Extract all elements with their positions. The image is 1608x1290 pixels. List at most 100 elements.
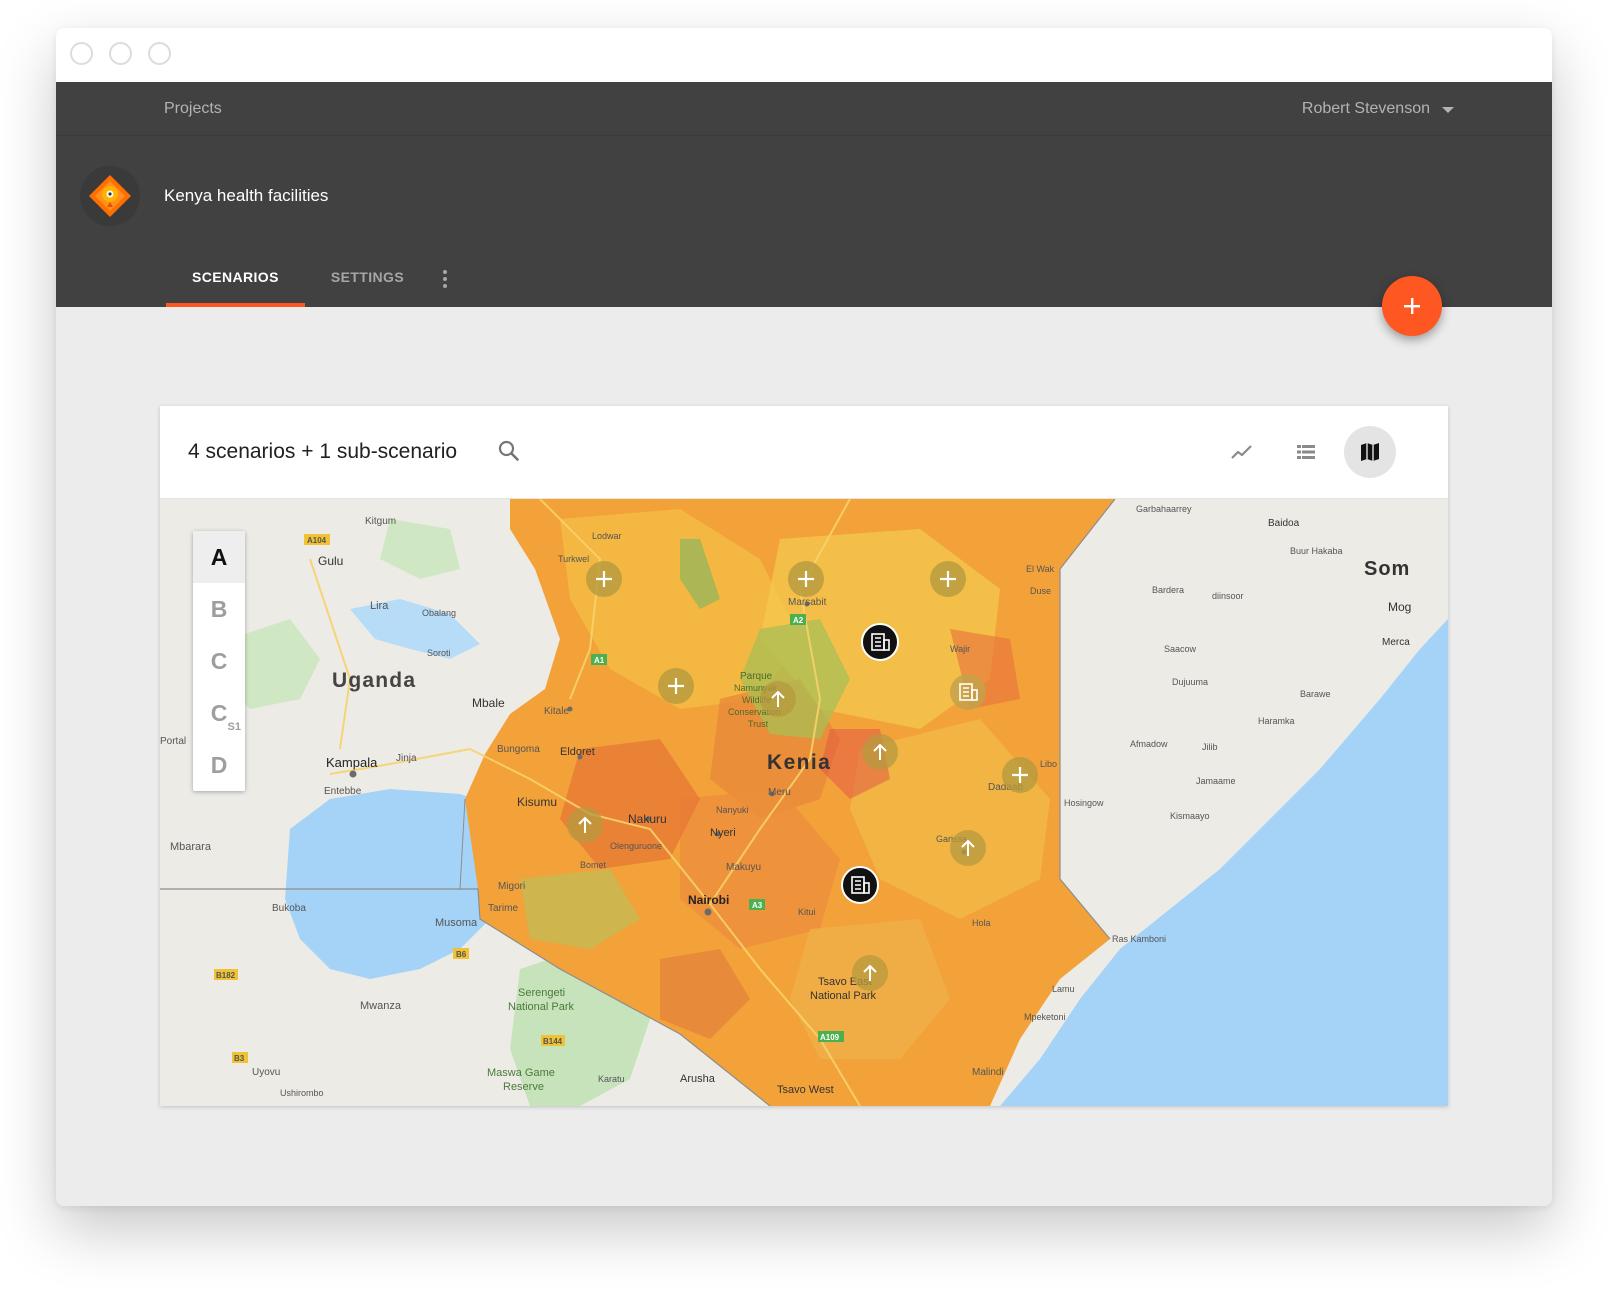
- more-vert-icon[interactable]: [430, 251, 460, 307]
- place-label: Wajir: [950, 644, 970, 654]
- tab-scenarios[interactable]: SCENARIOS: [166, 251, 305, 307]
- window-close-button[interactable]: [70, 42, 93, 65]
- place-label: Dujuuma: [1172, 677, 1208, 687]
- place-label: Meru: [768, 787, 791, 798]
- tab-settings[interactable]: SETTINGS: [305, 251, 430, 307]
- project-tabs: SCENARIOS SETTINGS: [166, 251, 460, 307]
- map-view-icon: [1361, 443, 1379, 461]
- chart-view-button[interactable]: [1216, 426, 1268, 478]
- marsabit-plus-marker[interactable]: [788, 561, 824, 597]
- app-header: Projects Robert Stevenson Kenya health f…: [56, 82, 1552, 307]
- scenario-label: B: [210, 595, 228, 622]
- place-label: Musoma: [435, 917, 478, 929]
- place-label: El Wak: [1026, 564, 1055, 574]
- top-navigation: Projects Robert Stevenson: [56, 82, 1552, 136]
- place-label: Nairobi: [688, 893, 729, 907]
- app-window: Projects Robert Stevenson Kenya health f…: [56, 28, 1552, 1206]
- svg-text:A109: A109: [820, 1033, 840, 1042]
- place-label: Uyovu: [252, 1067, 280, 1078]
- svg-text:B182: B182: [216, 971, 236, 980]
- place-label: Mog: [1388, 600, 1411, 614]
- scenario-b-button[interactable]: B: [193, 583, 245, 635]
- scenario-c-s1-button[interactable]: C S1: [193, 687, 245, 739]
- wajir-facility-marker[interactable]: [950, 674, 986, 710]
- place-label: Mbarara: [170, 841, 212, 853]
- place-label: Nyeri: [710, 827, 736, 839]
- place-label: Portal: [160, 736, 186, 747]
- nairobi-facility-marker[interactable]: [841, 866, 879, 904]
- card-header: 4 scenarios + 1 sub-scenario: [160, 406, 1448, 499]
- window-minimize-button[interactable]: [109, 42, 132, 65]
- svg-text:A2: A2: [793, 616, 804, 625]
- place-label: Nakuru: [628, 812, 667, 826]
- scenario-d-button[interactable]: D: [193, 739, 245, 791]
- place-label: Jamaame: [1196, 776, 1236, 786]
- scenario-label: D: [210, 751, 228, 778]
- elwak-plus-marker[interactable]: [930, 561, 966, 597]
- add-scenario-button[interactable]: [1382, 276, 1442, 336]
- west-plus-marker[interactable]: [658, 668, 694, 704]
- trend-line-icon: [1231, 445, 1252, 459]
- place-label: Afmadow: [1130, 739, 1168, 749]
- list-view-button[interactable]: [1280, 426, 1332, 478]
- place-label: Kismaayo: [1170, 811, 1210, 821]
- place-label: Kitui: [798, 907, 816, 917]
- place-label: Nanyuki: [716, 805, 749, 815]
- projects-link[interactable]: Projects: [164, 82, 222, 136]
- place-label: Kitgum: [365, 516, 396, 527]
- plus-icon: [1404, 298, 1420, 314]
- place-label: Hosingow: [1064, 798, 1104, 808]
- tsavo-upgrade-marker[interactable]: [852, 955, 888, 991]
- place-label: Baidoa: [1268, 518, 1300, 529]
- place-label: Olenguruone: [610, 841, 662, 851]
- scenario-map[interactable]: Uganda Kenia Som Kitgum Gulu Lira Obalan…: [160, 499, 1448, 1106]
- place-label: Entebbe: [324, 786, 362, 797]
- place-label: National Park: [810, 990, 877, 1002]
- place-label: Turkwel: [558, 554, 589, 564]
- place-label: Ushirombo: [280, 1088, 324, 1098]
- place-label: Haramka: [1258, 716, 1295, 726]
- place-label: Bomet: [580, 860, 607, 870]
- meru-upgrade-marker[interactable]: [862, 734, 898, 770]
- window-maximize-button[interactable]: [148, 42, 171, 65]
- place-label: Ras Kamboni: [1112, 934, 1166, 944]
- namunyak-upgrade-marker[interactable]: [760, 681, 796, 717]
- place-label: Gulu: [318, 554, 343, 568]
- sub-scenario-label: S1: [227, 721, 241, 733]
- place-label: Migori: [498, 881, 525, 892]
- scenarios-card: 4 scenarios + 1 sub-scenario Uganda Keni…: [160, 406, 1448, 1106]
- marsabit-facility-marker[interactable]: [861, 623, 899, 661]
- svg-text:A104: A104: [307, 536, 327, 545]
- country-label-somalia: Som: [1364, 558, 1410, 580]
- scenario-c-button[interactable]: C: [193, 635, 245, 687]
- search-button[interactable]: [496, 438, 524, 466]
- place-label: Soroti: [427, 648, 451, 658]
- place-label: Lamu: [1052, 984, 1075, 994]
- project-header: Kenya health facilities: [80, 164, 328, 228]
- scenario-label: C: [210, 699, 228, 726]
- project-title: Kenya health facilities: [164, 186, 329, 205]
- dadaab-plus-marker[interactable]: [1002, 757, 1038, 793]
- turkwel-plus-marker[interactable]: [586, 561, 622, 597]
- diamond-location-icon: [80, 166, 140, 226]
- svg-text:B6: B6: [456, 950, 467, 959]
- place-label: Bardera: [1152, 585, 1184, 595]
- place-label: Maswa Game: [487, 1067, 555, 1079]
- place-label: diinsoor: [1212, 591, 1244, 601]
- place-label: Kisumu: [517, 795, 557, 809]
- place-label: Merca: [1382, 637, 1410, 648]
- place-label: Parque: [740, 671, 773, 682]
- place-label: Jilib: [1202, 742, 1218, 752]
- map-view-button[interactable]: [1344, 426, 1396, 478]
- place-label: Barawe: [1300, 689, 1331, 699]
- user-name: Robert Stevenson: [1301, 100, 1430, 117]
- scenario-label: A: [210, 543, 228, 570]
- place-label: Reserve: [503, 1081, 544, 1093]
- place-label: Mpeketoni: [1024, 1012, 1066, 1022]
- kisumu-upgrade-marker[interactable]: [567, 807, 603, 843]
- scenario-a-button[interactable]: A: [193, 531, 245, 583]
- garissa-upgrade-marker[interactable]: [950, 830, 986, 866]
- place-label: Tsavo West: [777, 1084, 834, 1096]
- user-menu[interactable]: Robert Stevenson: [1302, 82, 1454, 136]
- place-label: Bukoba: [272, 903, 306, 914]
